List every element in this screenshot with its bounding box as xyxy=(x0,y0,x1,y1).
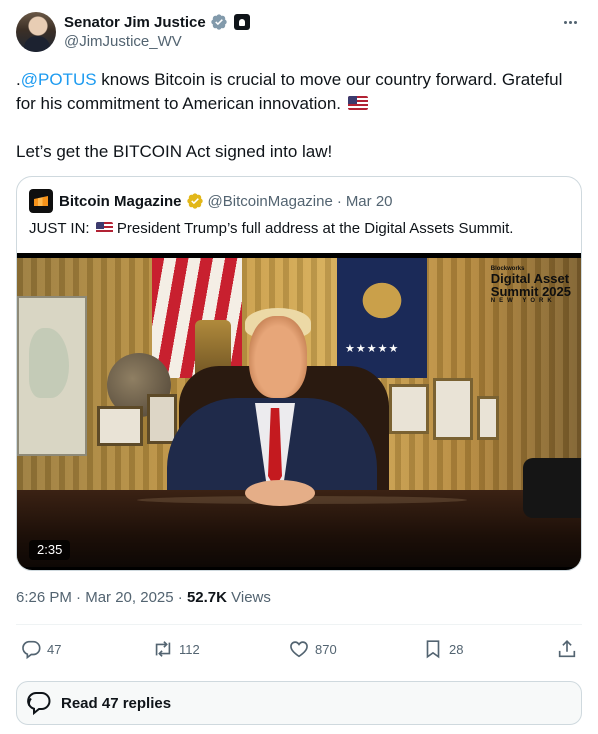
author-display-name[interactable]: Senator Jim Justice xyxy=(64,14,206,31)
tweet-text-line-1: .@POTUS knows Bitcoin is crucial to move… xyxy=(16,68,582,116)
views-count: 52.7K xyxy=(186,589,227,606)
quoted-tweet-text: JUST IN: President Trump’s full address … xyxy=(29,219,513,239)
meta-separator: · xyxy=(173,589,187,606)
quoted-tweet[interactable]: Bitcoin Magazine @BitcoinMagazine · Mar … xyxy=(16,176,582,571)
us-flag-emoji xyxy=(95,222,113,234)
read-replies-label: Read 47 replies xyxy=(61,694,172,712)
bookmark-count: 28 xyxy=(449,641,464,657)
quoted-author-name: Bitcoin Magazine xyxy=(59,192,182,210)
repost-icon xyxy=(155,641,171,657)
replies-bubble-icon xyxy=(27,691,51,716)
bookmark-button[interactable]: 28 xyxy=(422,636,463,662)
reply-button[interactable]: 47 xyxy=(20,636,61,662)
verified-badge-icon xyxy=(186,193,203,209)
like-icon xyxy=(290,641,308,658)
author-handle[interactable]: @JimJustice_WV xyxy=(64,33,182,50)
government-badge-icon xyxy=(233,14,250,30)
quoted-text-prefix: JUST IN: xyxy=(29,220,94,237)
us-flag-emoji xyxy=(347,96,368,110)
quoted-tweet-header: Bitcoin Magazine @BitcoinMagazine · Mar … xyxy=(29,189,393,213)
action-bar: 47 112 870 28 xyxy=(16,636,582,662)
like-button[interactable]: 870 xyxy=(288,636,337,662)
bitcoin-magazine-logo[interactable] xyxy=(29,189,53,213)
mention-link[interactable]: @POTUS xyxy=(21,70,97,89)
like-count: 870 xyxy=(315,641,337,657)
bookmark-icon xyxy=(426,640,440,659)
quoted-date: Mar 20 xyxy=(345,192,393,210)
author-name-row: Senator Jim Justice xyxy=(64,12,250,32)
tweet-text-body: knows Bitcoin is crucial to move our cou… xyxy=(16,70,563,113)
read-replies-button[interactable]: Read 47 replies xyxy=(16,681,582,725)
watermark-title-2: Summit 2025 xyxy=(490,284,571,299)
tweet-text: .@POTUS knows Bitcoin is crucial to move… xyxy=(16,68,582,164)
share-icon xyxy=(558,640,576,658)
more-options-icon[interactable] xyxy=(558,12,582,32)
author-avatar[interactable] xyxy=(16,12,56,52)
views-label: Views xyxy=(226,589,271,606)
share-button[interactable] xyxy=(556,636,578,662)
verified-badge-icon xyxy=(211,14,227,30)
tweet-time[interactable]: 6:26 PM xyxy=(16,589,72,606)
tweet-header: Senator Jim Justice @JimJustice_WV xyxy=(16,12,582,56)
divider xyxy=(16,624,582,625)
video-thumbnail[interactable]: Blockworks Digital Asset Summit 2025 NEW… xyxy=(17,258,581,567)
repost-button[interactable]: 112 xyxy=(152,636,200,662)
repost-count: 112 xyxy=(179,641,200,657)
event-watermark: Blockworks Digital Asset Summit 2025 NEW… xyxy=(491,266,571,304)
meta-separator: · xyxy=(71,589,86,606)
tweet-meta-row: 6:26 PM · Mar 20, 2025 · 52.7K Views xyxy=(16,589,271,606)
tweet-date[interactable]: Mar 20, 2025 xyxy=(85,589,173,606)
quoted-text-body: President Trump’s full address at the Di… xyxy=(112,220,514,237)
quoted-separator: · xyxy=(336,192,342,210)
tweet-text-line-2: Let’s get the BITCOIN Act signed into la… xyxy=(16,142,333,161)
reply-icon xyxy=(22,640,41,660)
reply-count: 47 xyxy=(47,641,62,657)
quoted-author-handle: @BitcoinMagazine xyxy=(207,192,333,210)
video-duration-badge: 2:35 xyxy=(29,540,71,560)
video-player[interactable]: Blockworks Digital Asset Summit 2025 NEW… xyxy=(17,253,581,570)
